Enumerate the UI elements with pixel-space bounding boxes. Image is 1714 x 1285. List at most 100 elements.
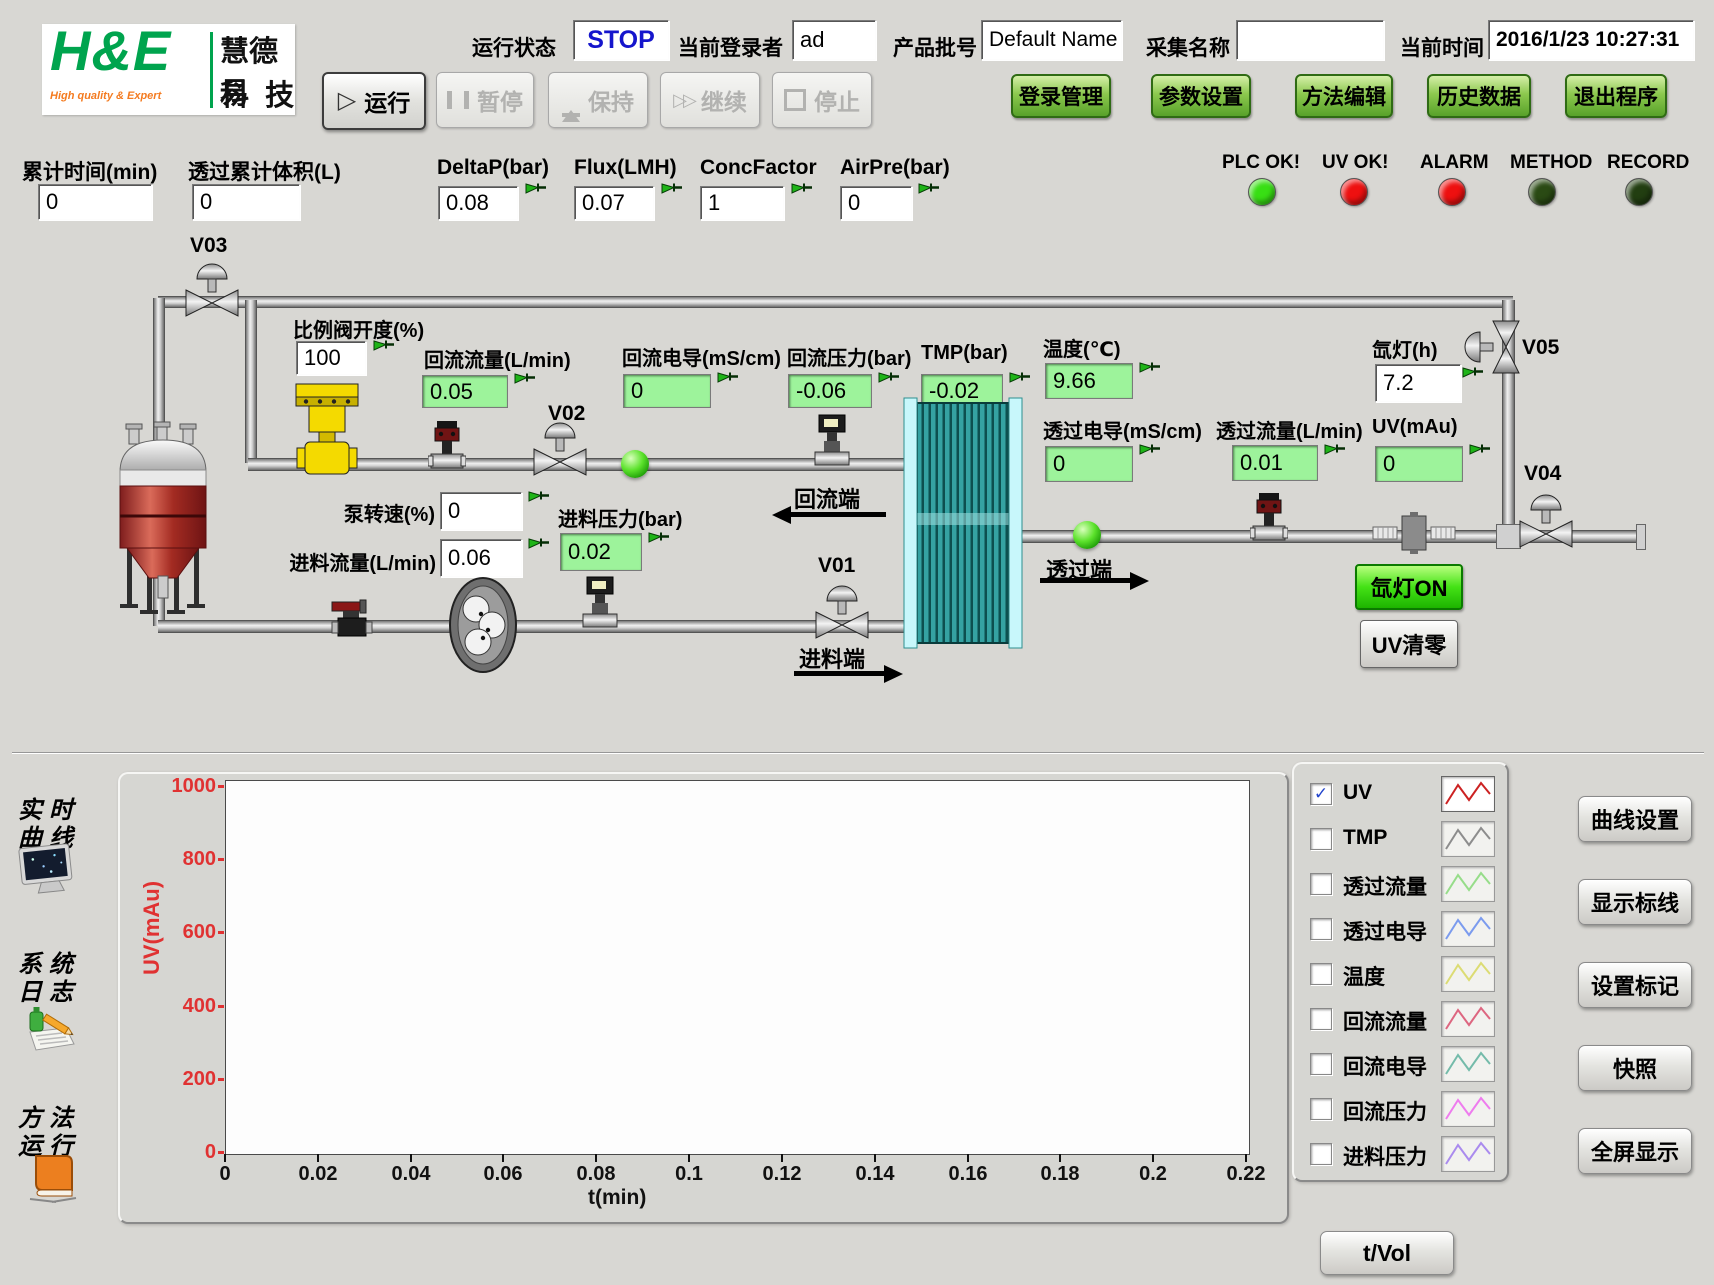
plc-ok-label: PLC OK!: [1222, 152, 1300, 174]
y-tick-label: 0: [156, 1141, 216, 1164]
uv-ok-led: [1340, 178, 1368, 206]
x-tick-label: 0: [190, 1163, 260, 1186]
set-mark-button[interactable]: 设置标记: [1578, 962, 1692, 1008]
monitor-icon[interactable]: [18, 844, 76, 901]
x-axis-label: t(min): [588, 1186, 646, 1210]
stop-icon: [784, 89, 806, 111]
fullscreen-button[interactable]: 全屏显示: [1578, 1128, 1692, 1174]
legend-checkbox-perm-cond[interactable]: [1310, 918, 1332, 940]
hot-flag-icon: [1138, 443, 1162, 457]
legend-checkbox-reflux-pres[interactable]: [1310, 1098, 1332, 1120]
hold-button[interactable]: 保持: [548, 72, 648, 128]
legend-checkbox-perm-flow[interactable]: [1310, 873, 1332, 895]
flux-field[interactable]: 0.07: [574, 186, 654, 220]
exit-program-button[interactable]: 退出程序: [1565, 74, 1667, 118]
company-logo: H&E High quality & Expert 慧德易 科 技: [42, 24, 295, 115]
stop-button[interactable]: 停止: [772, 72, 872, 128]
y-tick-label: 200: [156, 1068, 216, 1091]
feed-arrow: [794, 671, 886, 676]
valve-v01: [810, 584, 874, 647]
snapshot-button[interactable]: 快照: [1578, 1045, 1692, 1091]
legend-label: 进料压力: [1343, 1141, 1427, 1171]
reflux-cond-value: 0: [623, 374, 711, 408]
legend-checkbox-tmp[interactable]: [1310, 828, 1332, 850]
prop-valve-field[interactable]: 100: [296, 341, 366, 375]
legend-checkbox-reflux-flow[interactable]: [1310, 1008, 1332, 1030]
feed-port-label: 进料端: [799, 642, 865, 674]
continue-button[interactable]: ▷▷ 继续: [660, 72, 760, 128]
total-time-value: 0: [38, 184, 152, 220]
legend-checkbox-feed-pres[interactable]: [1310, 1143, 1332, 1165]
hot-flag-icon: [1323, 443, 1347, 457]
perm-volume-value: 0: [192, 184, 300, 220]
pump-speed-field[interactable]: 0: [440, 492, 522, 530]
logo-brand: H&E: [50, 18, 171, 83]
legend-line-sample[interactable]: [1441, 866, 1495, 902]
feed-pressure-sensor: [580, 576, 620, 635]
reflux-pres-value: -0.06: [788, 374, 872, 408]
legend-label: 回流压力: [1343, 1096, 1427, 1126]
curve-settings-button[interactable]: 曲线设置: [1578, 796, 1692, 842]
legend-checkbox-temperature[interactable]: [1310, 963, 1332, 985]
x-tick-mark: [1059, 1154, 1061, 1162]
method-run-book-icon[interactable]: [26, 1152, 80, 1209]
t-vol-toggle-button[interactable]: t/Vol: [1320, 1231, 1454, 1275]
reflux-arrow: [790, 512, 886, 517]
feed-flow-field[interactable]: 0.06: [440, 539, 522, 577]
concfactor-label: ConcFactor: [700, 156, 817, 180]
legend-line-sample[interactable]: [1441, 1091, 1495, 1127]
concfactor-field[interactable]: 1: [700, 186, 784, 220]
hot-flag-icon: [917, 182, 941, 196]
airpre-field[interactable]: 0: [840, 186, 912, 220]
xenon-hours-value: 7.2: [1375, 364, 1461, 402]
pipe-feed: [158, 620, 910, 633]
x-tick-label: 0.06: [468, 1163, 538, 1186]
run-status-label: 运行状态: [472, 32, 556, 62]
method-label: METHOD: [1510, 152, 1592, 174]
feed-tank: [117, 420, 209, 621]
current-user-field[interactable]: ad: [792, 20, 876, 60]
legend-line-sample[interactable]: [1441, 911, 1495, 947]
system-log-icon[interactable]: [22, 996, 80, 1059]
legend-line-sample[interactable]: [1441, 1001, 1495, 1037]
collect-name-field[interactable]: [1236, 20, 1384, 60]
legend-label: 回流流量: [1343, 1006, 1427, 1036]
xenon-on-button[interactable]: 氙灯ON: [1355, 564, 1463, 610]
history-data-button[interactable]: 历史数据: [1427, 74, 1531, 118]
x-tick-mark: [595, 1154, 597, 1162]
run-button[interactable]: ▷ 运行: [322, 72, 426, 130]
product-batch-label: 产品批号: [893, 32, 977, 62]
x-tick-mark: [224, 1154, 226, 1162]
legend-line-sample[interactable]: [1441, 776, 1495, 812]
x-tick-mark: [781, 1154, 783, 1162]
collect-name-label: 采集名称: [1146, 32, 1230, 62]
x-tick-label: 0.2: [1118, 1163, 1188, 1186]
legend-line-sample[interactable]: [1441, 1136, 1495, 1172]
perm-flow-sensor: [1250, 492, 1288, 549]
perm-volume-label: 透过累计体积(L): [188, 156, 341, 186]
y-tick-mark: [218, 858, 224, 861]
x-tick-label: 0.1: [654, 1163, 724, 1186]
current-time-label: 当前时间: [1400, 32, 1484, 62]
plot-area[interactable]: [225, 780, 1250, 1155]
pause-button[interactable]: 暂停: [436, 72, 534, 128]
legend-line-sample[interactable]: [1441, 821, 1495, 857]
x-tick-label: 0.08: [561, 1163, 631, 1186]
show-marker-line-button[interactable]: 显示标线: [1578, 879, 1692, 925]
hot-flag-icon: [524, 182, 548, 196]
deltap-field[interactable]: 0.08: [438, 186, 518, 220]
hot-flag-icon: [716, 371, 740, 385]
reflux-flow-label: 回流流量(L/min): [424, 344, 571, 373]
param-settings-button[interactable]: 参数设置: [1151, 74, 1251, 118]
perm-flow-value: 0.01: [1232, 445, 1318, 481]
product-batch-field[interactable]: Default Name: [981, 20, 1122, 60]
legend-line-sample[interactable]: [1441, 1046, 1495, 1082]
legend-checkbox-uv[interactable]: [1310, 783, 1332, 805]
temperature-label: 温度(℃): [1043, 333, 1121, 362]
flux-label: Flux(LMH): [574, 156, 677, 180]
login-manage-button[interactable]: 登录管理: [1011, 74, 1111, 118]
legend-checkbox-reflux-cond[interactable]: [1310, 1053, 1332, 1075]
uv-zero-button[interactable]: UV清零: [1360, 620, 1458, 668]
legend-line-sample[interactable]: [1441, 956, 1495, 992]
method-edit-button[interactable]: 方法编辑: [1295, 74, 1393, 118]
